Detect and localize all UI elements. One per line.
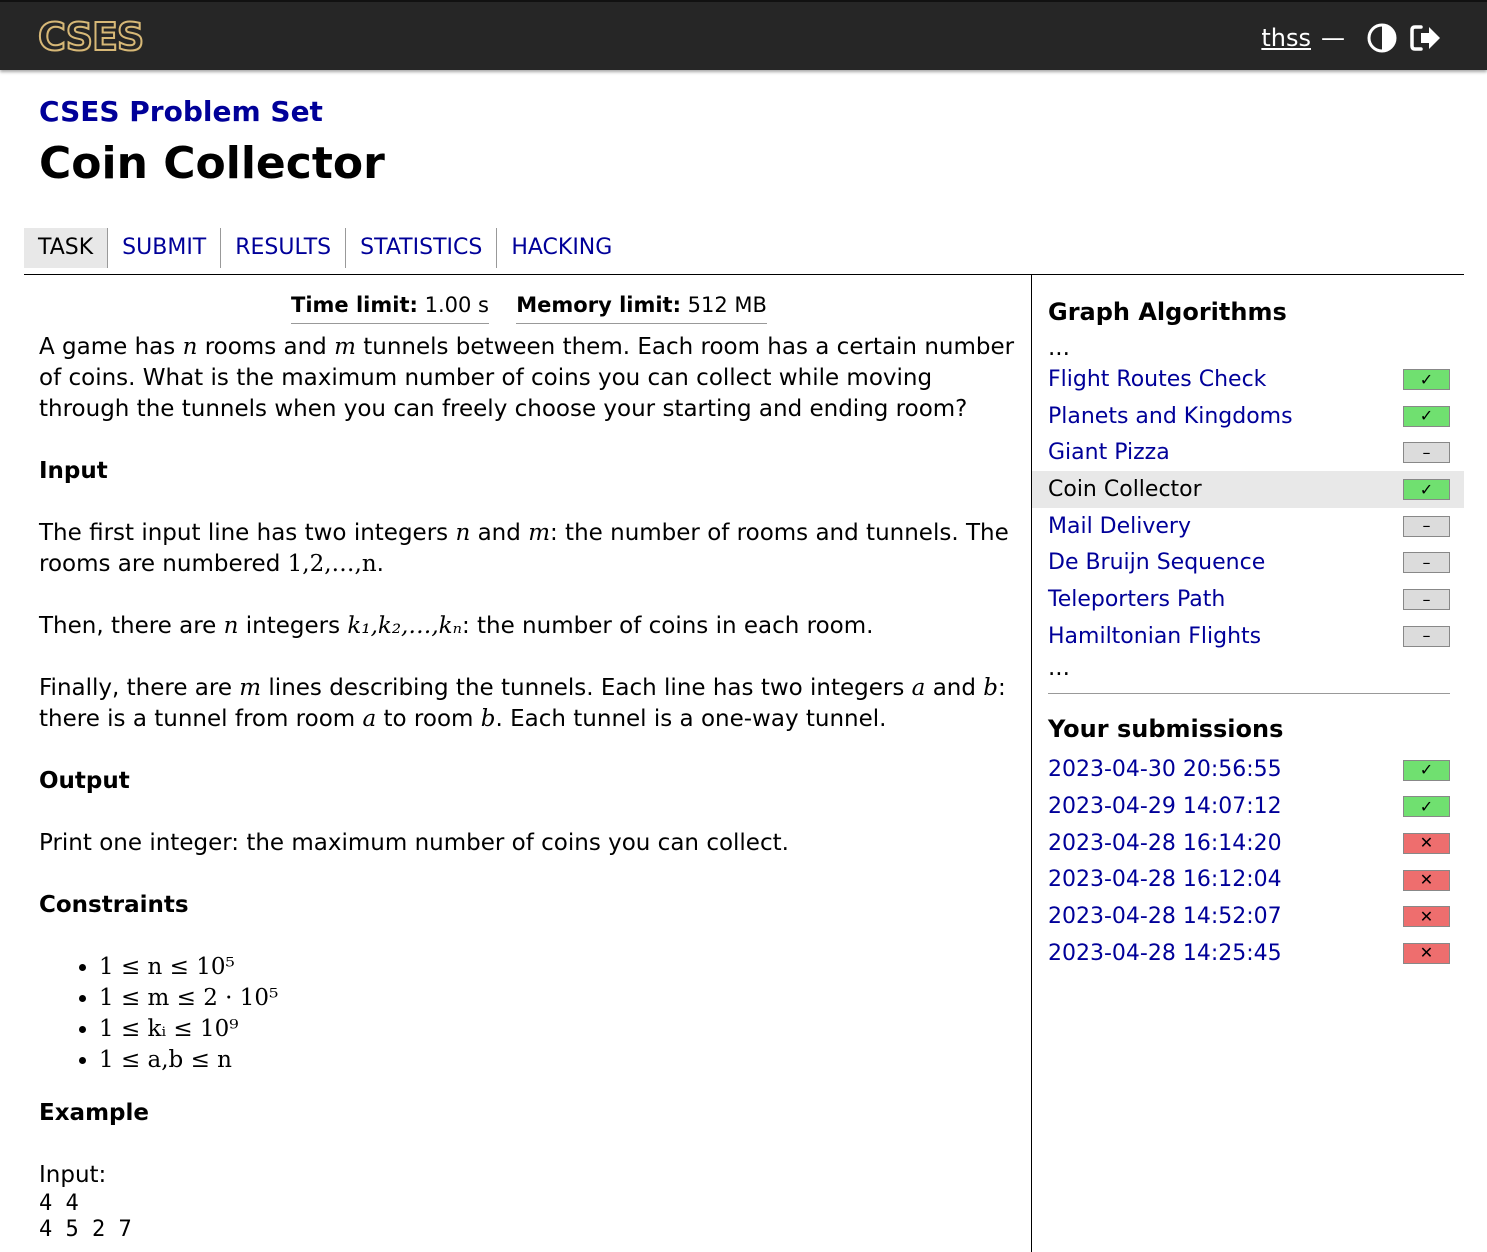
problem-link[interactable]: Coin Collector [1048,477,1202,502]
intro-paragraph: A game has n rooms and m tunnels between… [39,334,1015,422]
submission-row: 2023-04-28 16:12:04 ✕ [1032,862,1464,899]
submission-row: 2023-04-28 14:25:45 ✕ [1032,935,1464,972]
output-paragraph: Print one integer: the maximum number of… [39,830,789,856]
submission-row: 2023-04-30 20:56:55 ✓ [1032,752,1464,789]
constraint-item: 1 ≤ kᵢ ≤ 10⁹ [99,1014,1019,1045]
tab-submit[interactable]: SUBMIT [108,228,222,268]
problem-row: Hamiltonian Flights – [1032,618,1464,655]
dash-icon: – [1403,442,1450,464]
title-area: CSES Problem Set Coin Collector [39,92,385,192]
input-paragraph-1: The first input line has two integers n … [39,520,1009,577]
tab-task[interactable]: TASK [24,228,109,268]
submission-row: 2023-04-28 14:52:07 ✕ [1032,898,1464,935]
cross-icon: ✕ [1403,942,1450,964]
input-paragraph-3: Finally, there are m lines describing th… [39,675,1006,732]
memory-limit: Memory limit: 512 MB [516,290,767,324]
logout-icon[interactable] [1409,21,1443,55]
submissions-title: Your submissions [1048,714,1284,743]
check-icon: ✓ [1403,796,1450,818]
sidebar-separator [1048,692,1450,694]
problem-title: Coin Collector [39,138,385,189]
input-heading: Input [39,458,108,484]
dash-icon: – [1403,552,1450,574]
problem-row: Teleporters Path – [1032,581,1464,618]
check-icon: ✓ [1403,405,1450,427]
username-link[interactable]: thss [1261,24,1311,52]
problem-tabs: TASK SUBMIT RESULTS STATISTICS HACKING [24,228,626,268]
submission-link[interactable]: 2023-04-28 14:25:45 [1048,941,1282,966]
submission-link[interactable]: 2023-04-28 16:12:04 [1048,867,1282,892]
problem-link[interactable]: Hamiltonian Flights [1048,624,1261,649]
dash-icon: – [1403,515,1450,537]
top-bar: CSES thss — [0,0,1487,70]
problem-link[interactable]: Mail Delivery [1048,514,1191,539]
problem-row: Flight Routes Check ✓ [1032,361,1464,398]
check-icon: ✓ [1403,369,1450,390]
cross-icon: ✕ [1403,832,1450,854]
tab-results[interactable]: RESULTS [221,228,347,268]
user-box: thss — [1261,16,1443,60]
task-content: Time limit: 1.00 s Memory limit: 512 MB … [39,290,1019,1243]
problem-row: Mail Delivery – [1032,508,1464,545]
sidebar: Graph Algorithms ... Flight Routes Check… [1032,275,1464,972]
problem-row: Giant Pizza – [1032,434,1464,471]
section-title: Graph Algorithms [1048,298,1287,326]
submission-link[interactable]: 2023-04-28 14:52:07 [1048,904,1282,929]
time-limit: Time limit: 1.00 s [291,290,489,324]
cses-logo[interactable]: CSES [37,17,145,57]
example-heading: Example [39,1100,149,1126]
ellipsis-bottom: ... [1048,654,1070,681]
limits: Time limit: 1.00 s Memory limit: 512 MB [39,290,1019,324]
problem-set-title[interactable]: CSES Problem Set [39,92,385,132]
submission-link[interactable]: 2023-04-30 20:56:55 [1048,757,1282,782]
output-heading: Output [39,768,130,794]
problem-link[interactable]: Giant Pizza [1048,440,1170,465]
cross-icon: ✕ [1403,869,1450,891]
cross-icon: ✕ [1403,906,1450,928]
problem-link[interactable]: Teleporters Path [1048,587,1225,612]
problem-link[interactable]: De Bruijn Sequence [1048,550,1265,575]
problem-link[interactable]: Flight Routes Check [1048,367,1266,392]
submission-link[interactable]: 2023-04-29 14:07:12 [1048,794,1282,819]
problem-row: De Bruijn Sequence – [1032,544,1464,581]
tab-hacking[interactable]: HACKING [497,228,626,268]
example-input-line: 4 5 2 7 [39,1217,132,1242]
submission-list: 2023-04-30 20:56:55 ✓ 2023-04-29 14:07:12 ✓… [1032,752,1464,972]
input-paragraph-2: Then, there are n integers k₁,k₂,…,kₙ: t… [39,613,874,639]
example-input-line: 4 4 [39,1191,79,1216]
dash-icon: – [1403,589,1450,611]
constraints-list: 1 ≤ n ≤ 10⁵ 1 ≤ m ≤ 2 · 10⁵ 1 ≤ kᵢ ≤ 10⁹… [39,952,1019,1076]
check-icon: ✓ [1403,759,1450,781]
constraint-item: 1 ≤ a,b ≤ n [99,1045,1019,1076]
half-circle-icon[interactable] [1365,21,1399,55]
tab-statistics[interactable]: STATISTICS [346,228,498,268]
constraint-item: 1 ≤ n ≤ 10⁵ [99,952,1019,983]
problem-row: Planets and Kingdoms ✓ [1032,398,1464,435]
problem-list: Flight Routes Check ✓ Planets and Kingdoms… [1032,361,1464,655]
user-separator: — [1321,24,1345,52]
check-icon: ✓ [1403,479,1450,501]
submission-link[interactable]: 2023-04-28 16:14:20 [1048,831,1282,856]
ellipsis-top: ... [1048,335,1070,361]
dash-icon: – [1403,625,1450,647]
problem-link[interactable]: Planets and Kingdoms [1048,404,1293,429]
submission-row: 2023-04-28 16:14:20 ✕ [1032,825,1464,862]
submission-row: 2023-04-29 14:07:12 ✓ [1032,788,1464,825]
example-input-label: Input: [39,1162,107,1188]
constraints-heading: Constraints [39,892,189,918]
problem-row: Coin Collector ✓ [1032,471,1464,508]
constraint-item: 1 ≤ m ≤ 2 · 10⁵ [99,983,1019,1014]
